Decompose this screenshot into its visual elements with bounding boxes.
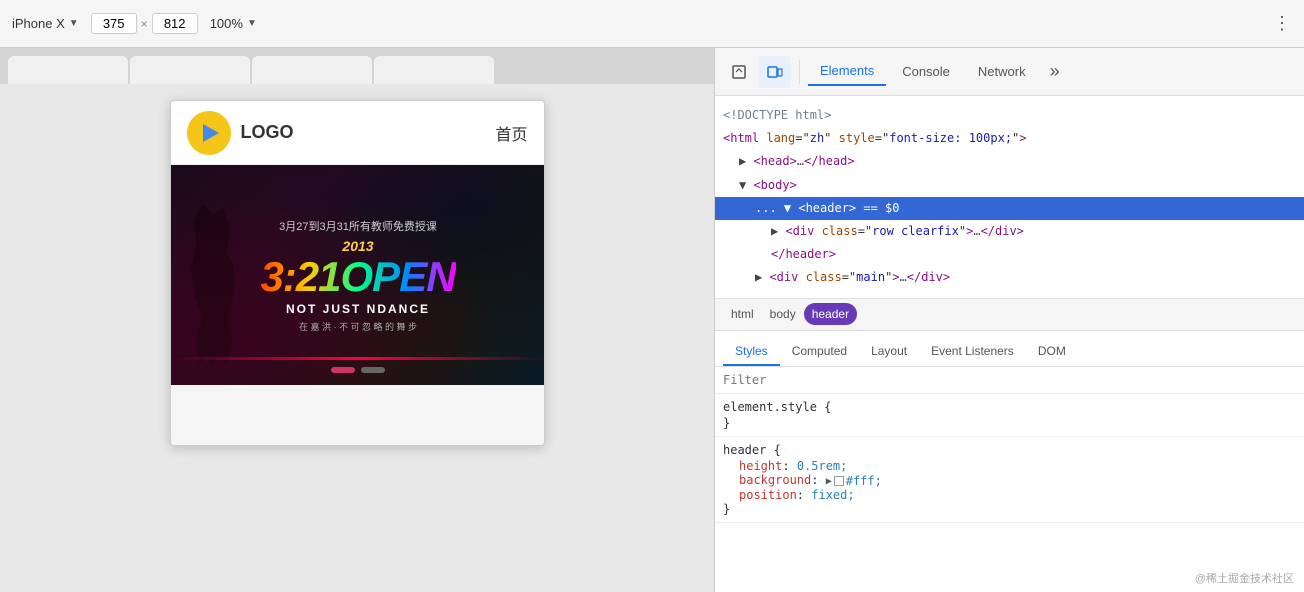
banner-dot-active[interactable] bbox=[331, 367, 355, 373]
css-selector-element: element.style { bbox=[723, 400, 1296, 414]
dom-line-div-main[interactable]: ▶ <div class="main">…</div> bbox=[715, 266, 1304, 289]
breadcrumbs: html body header bbox=[715, 299, 1304, 331]
inner-tab-computed[interactable]: Computed bbox=[780, 338, 859, 366]
breadcrumb-header[interactable]: header bbox=[804, 303, 857, 325]
nav-home[interactable]: 首页 bbox=[495, 121, 527, 145]
css-prop-position: position: fixed; bbox=[723, 488, 1296, 502]
banner-content: 3月27到3月31所有教师免费授课 2013 3:21OPEN NOT JUST… bbox=[240, 218, 475, 333]
phone-header: LOGO 首页 bbox=[171, 101, 544, 165]
browser-tab-1[interactable] bbox=[8, 56, 128, 84]
banner-dots bbox=[331, 367, 385, 373]
browser-tab-3[interactable] bbox=[252, 56, 372, 84]
cursor-tool-button[interactable] bbox=[723, 56, 755, 88]
height-input[interactable] bbox=[152, 13, 198, 34]
banner-dot-inactive[interactable] bbox=[361, 367, 385, 373]
banner-light-line bbox=[171, 357, 545, 360]
watermark: @稀土掘金技术社区 bbox=[1195, 570, 1294, 586]
dom-line-header[interactable]: ... ▼ <header> == $0 bbox=[715, 197, 1304, 220]
inner-tabs: Styles Computed Layout Event Listeners D… bbox=[715, 331, 1304, 367]
devtools-top-tabs: Elements Console Network » bbox=[715, 48, 1304, 96]
device-name: iPhone X bbox=[12, 16, 65, 31]
dom-line-div-row[interactable]: ▶ <div class="row clearfix">…</div> bbox=[715, 220, 1304, 243]
dancer-silhouette bbox=[186, 205, 241, 365]
device-mode-button[interactable] bbox=[759, 56, 791, 88]
filter-input[interactable] bbox=[723, 373, 1296, 387]
logo-play-icon bbox=[203, 124, 219, 142]
browser-tab-4[interactable] bbox=[374, 56, 494, 84]
banner-subtitle: NOT JUST NDANCE bbox=[260, 302, 455, 316]
devtools-panel: Elements Console Network » <!DOCTYPE htm… bbox=[714, 48, 1304, 592]
dom-line-doctype: <!DOCTYPE html> bbox=[715, 104, 1304, 127]
background-color-swatch[interactable] bbox=[834, 476, 844, 486]
banner-sub2: 在 嘉 洪 · 不 可 忽 略 的 舞 步 bbox=[260, 320, 455, 333]
css-prop-background: background: ▶ #fff; bbox=[723, 473, 1296, 489]
dimension-box: × bbox=[91, 13, 198, 34]
css-selector-header: header { bbox=[723, 443, 1296, 457]
dom-line-header-close[interactable]: </header> bbox=[715, 243, 1304, 266]
more-tabs-button[interactable]: » bbox=[1042, 61, 1068, 82]
dimension-separator: × bbox=[141, 17, 148, 31]
banner-date: 3月27到3月31所有教师免费授课 bbox=[260, 218, 455, 234]
zoom-selector[interactable]: 100% ▼ bbox=[210, 16, 257, 31]
dom-line-html[interactable]: <html lang="zh" style="font-size: 100px;… bbox=[715, 127, 1304, 150]
styles-panel: element.style { } header { height: 0.5re… bbox=[715, 367, 1304, 592]
phone-gray-section bbox=[171, 385, 544, 445]
logo-label: LOGO bbox=[241, 122, 294, 143]
banner-year: 2013 bbox=[342, 238, 373, 254]
phone-banner: 3月27到3月31所有教师免费授课 2013 3:21OPEN NOT JUST… bbox=[171, 165, 545, 385]
dom-line-body[interactable]: ▼ <body> bbox=[715, 174, 1304, 197]
dom-line-head[interactable]: ▶ <head>…</head> bbox=[715, 150, 1304, 173]
breadcrumb-body[interactable]: body bbox=[762, 303, 804, 325]
dom-tree: <!DOCTYPE html> <html lang="zh" style="f… bbox=[715, 96, 1304, 299]
tab-console[interactable]: Console bbox=[890, 58, 962, 85]
banner-year-row: 2013 bbox=[260, 238, 455, 254]
zoom-chevron: ▼ bbox=[247, 18, 257, 29]
device-chevron: ▼ bbox=[69, 18, 79, 29]
css-block-header: header { height: 0.5rem; background: ▶ #… bbox=[715, 437, 1304, 524]
browser-panel: LOGO 首页 3月27到3月31所有教师免费授课 bbox=[0, 48, 714, 592]
phone-container: LOGO 首页 3月27到3月31所有教师免费授课 bbox=[0, 84, 714, 592]
tab-separator-1 bbox=[799, 60, 800, 84]
logo-circle bbox=[187, 111, 231, 155]
top-toolbar: iPhone X ▼ × 100% ▼ ⋮ bbox=[0, 0, 1304, 48]
filter-row bbox=[715, 367, 1304, 394]
breadcrumb-html[interactable]: html bbox=[723, 303, 762, 325]
css-block-element-style: element.style { } bbox=[715, 394, 1304, 437]
tab-elements[interactable]: Elements bbox=[808, 57, 886, 86]
banner-main-title: 3:21OPEN bbox=[260, 256, 455, 298]
browser-tab-2[interactable] bbox=[130, 56, 250, 84]
css-close-brace-header: } bbox=[723, 502, 1296, 516]
styles-panel-wrapper: element.style { } header { height: 0.5re… bbox=[715, 367, 1304, 592]
inner-tab-layout[interactable]: Layout bbox=[859, 338, 919, 366]
more-options-button[interactable]: ⋮ bbox=[1273, 13, 1292, 34]
main-layout: LOGO 首页 3月27到3月31所有教师免费授课 bbox=[0, 48, 1304, 592]
css-prop-height: height: 0.5rem; bbox=[723, 459, 1296, 473]
phone-frame: LOGO 首页 3月27到3月31所有教师免费授课 bbox=[170, 100, 545, 446]
inner-tab-dom[interactable]: DOM bbox=[1026, 338, 1078, 366]
device-selector[interactable]: iPhone X ▼ bbox=[12, 16, 79, 31]
css-close-brace-element: } bbox=[723, 416, 1296, 430]
inner-tab-event-listeners[interactable]: Event Listeners bbox=[919, 338, 1026, 366]
tab-network[interactable]: Network bbox=[966, 58, 1038, 85]
background-arrow-icon[interactable]: ▶ bbox=[826, 476, 832, 487]
browser-tabs bbox=[0, 48, 714, 84]
inner-tab-styles[interactable]: Styles bbox=[723, 338, 780, 366]
width-input[interactable] bbox=[91, 13, 137, 34]
zoom-level: 100% bbox=[210, 16, 243, 31]
